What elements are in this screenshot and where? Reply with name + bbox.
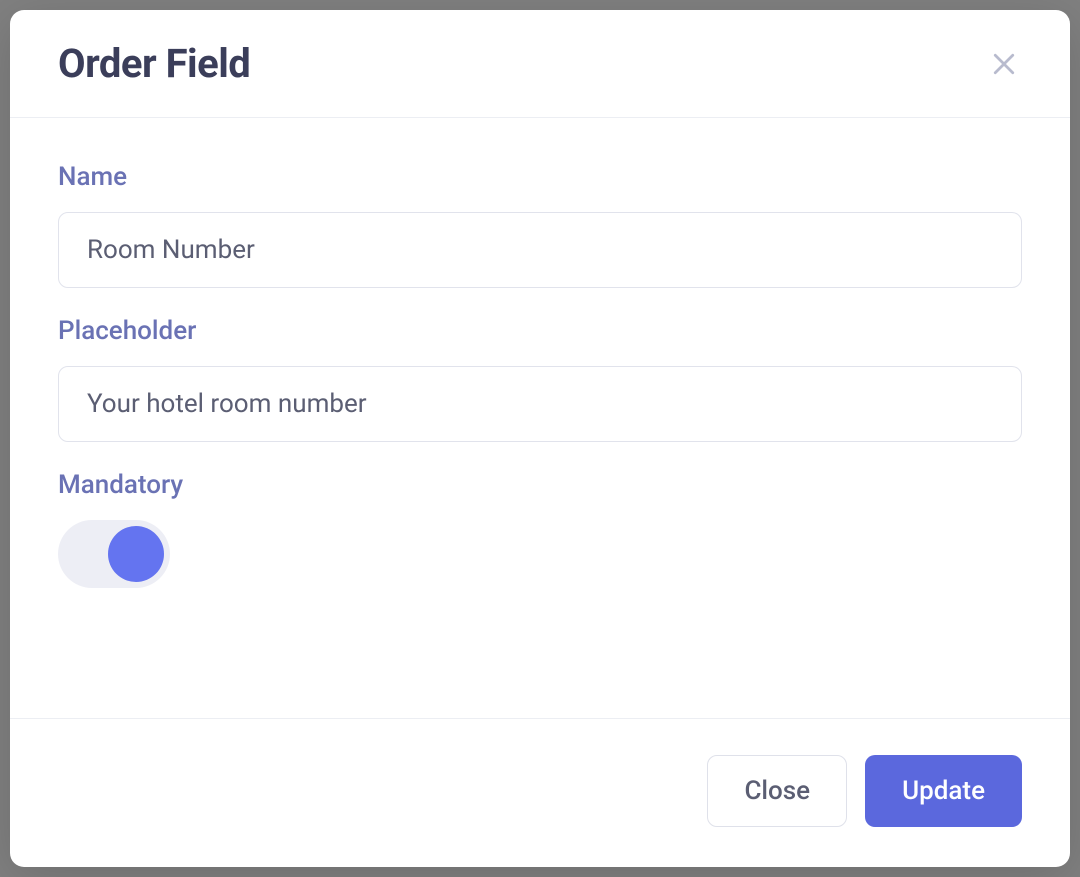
modal-footer: Close Update	[10, 718, 1070, 867]
mandatory-label: Mandatory	[58, 470, 1022, 500]
modal-title: Order Field	[58, 40, 250, 87]
modal-header: Order Field	[10, 10, 1070, 118]
toggle-knob-icon	[108, 526, 164, 582]
placeholder-label: Placeholder	[58, 316, 1022, 346]
close-button[interactable]: Close	[707, 755, 847, 827]
modal-body: Name Placeholder Mandatory	[10, 118, 1070, 718]
name-field-group: Name	[58, 162, 1022, 288]
mandatory-field-group: Mandatory	[58, 470, 1022, 592]
mandatory-toggle[interactable]	[58, 520, 170, 588]
order-field-modal: Order Field Name Placeholder Mandatory C…	[10, 10, 1070, 867]
placeholder-input[interactable]	[58, 366, 1022, 442]
placeholder-field-group: Placeholder	[58, 316, 1022, 442]
update-button[interactable]: Update	[865, 755, 1022, 827]
close-icon[interactable]	[986, 46, 1022, 82]
name-label: Name	[58, 162, 1022, 192]
name-input[interactable]	[58, 212, 1022, 288]
